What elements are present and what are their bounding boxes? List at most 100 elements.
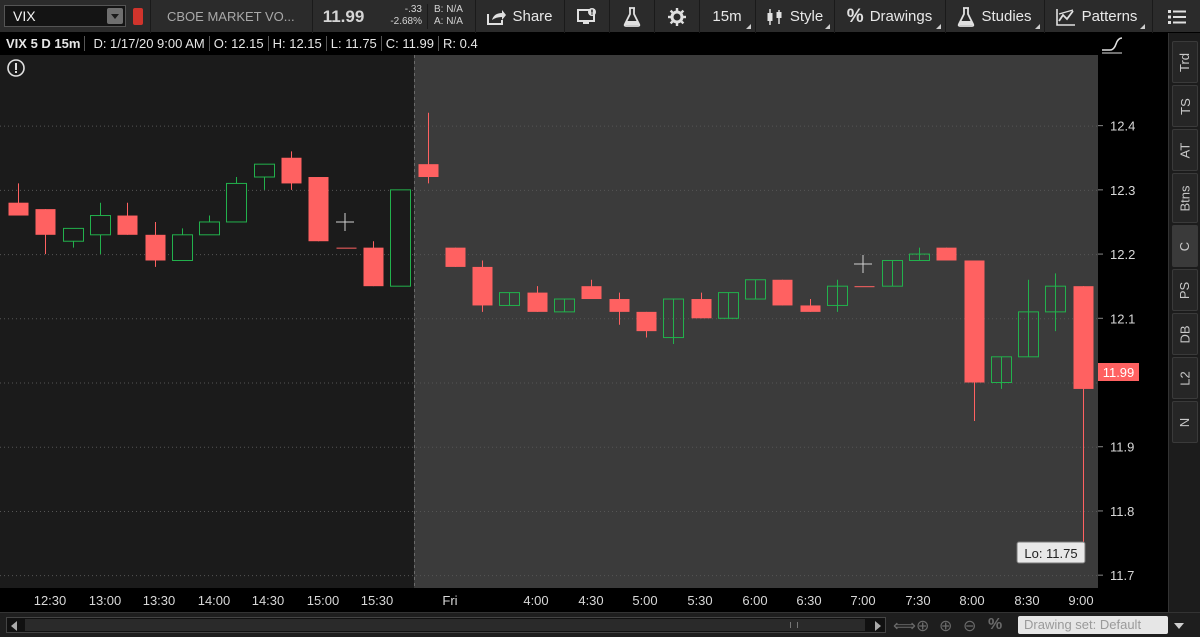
candle-body (445, 247, 466, 267)
candle (499, 292, 520, 306)
settings-button[interactable] (654, 0, 698, 33)
studies-flask-icon (958, 6, 975, 27)
percent-scale-icon[interactable]: % (988, 616, 1002, 634)
tab-dashboard[interactable]: DB (1172, 313, 1198, 355)
tab-l2-label: L2 (1177, 370, 1193, 386)
price-chart[interactable]: Lo: 11.75 (0, 55, 1098, 588)
time-tick-label: 6:30 (796, 593, 821, 608)
right-sidebar: Trd TS AT Btns C PS DB L2 N (1168, 33, 1200, 612)
time-tick-label: 6:00 (742, 593, 767, 608)
zoom-in-icon[interactable]: ⊕ (939, 616, 952, 636)
zoom-out-icon[interactable]: ⊖ (963, 616, 976, 636)
symbol-description: CBOE MARKET VO... (150, 0, 310, 33)
time-tick-label: 4:00 (523, 593, 548, 608)
net-change: -.33 -2.68% (376, 4, 422, 28)
time-axis[interactable]: 12:30 13:00 13:30 14:00 14:30 15:00 15:30 Fri 4:… (0, 588, 1168, 612)
time-tick-label: Fri (442, 593, 457, 608)
candle-body (117, 215, 138, 235)
extended-session-bg (414, 55, 1098, 588)
change-percent: -2.68% (390, 16, 422, 27)
candle (882, 259, 903, 287)
candle-body (90, 215, 111, 236)
tab-c-label: C (1177, 241, 1193, 251)
symbol-text: VIX (13, 8, 36, 24)
studies-button[interactable]: Studies (945, 0, 1043, 33)
scroll-left-icon[interactable] (11, 621, 17, 631)
last-price-marker: 11.99 (1098, 363, 1139, 381)
change-value: -.33 (404, 4, 422, 15)
crosshair-icon[interactable]: ⊕ (916, 616, 929, 636)
tab-buttons[interactable]: Btns (1172, 173, 1198, 223)
candle-body (609, 299, 630, 312)
tab-trade[interactable]: Trd (1172, 41, 1198, 83)
flask-button[interactable] (609, 0, 653, 33)
candle-body (172, 234, 193, 261)
alert-flag-icon[interactable] (133, 8, 143, 25)
time-tick-label: 8:00 (959, 593, 984, 608)
symbol-input[interactable]: VIX (4, 5, 126, 27)
time-tick-label: 9:00 (1068, 593, 1093, 608)
candle-body (991, 356, 1012, 384)
share-label: Share (512, 8, 553, 25)
scroll-thumb[interactable] (25, 619, 865, 631)
menu-button[interactable] (1152, 0, 1200, 33)
candle-body (581, 286, 602, 300)
info-high: H: 12.15 (268, 36, 327, 51)
patterns-button[interactable]: Patterns (1044, 0, 1148, 33)
list-menu-icon (1167, 9, 1186, 24)
thinkorswim-chart-window: VIX CBOE MARKET VO... 11.99 -.33 -2.68% … (0, 0, 1200, 637)
time-tick-label: 5:30 (687, 593, 712, 608)
tab-level-two[interactable]: L2 (1172, 357, 1198, 399)
candle (854, 286, 875, 288)
style-label: Style (789, 8, 824, 25)
candle-body (145, 234, 166, 261)
candle-body (308, 177, 329, 242)
symbol-period[interactable]: VIX 5 D 15m (0, 36, 86, 51)
horizontal-scrollbar[interactable] (6, 617, 886, 633)
info-date: D: 1/17/20 9:00 AM (89, 36, 210, 51)
candle (390, 189, 411, 287)
regular-session-bg (0, 55, 414, 588)
share-button[interactable]: Share (475, 0, 563, 33)
style-button[interactable]: Style (755, 0, 833, 33)
tab-news[interactable]: N (1172, 401, 1198, 443)
candle (745, 279, 766, 300)
candle-body (390, 189, 411, 287)
time-tick-label: 14:30 (252, 593, 285, 608)
drawings-button[interactable]: % Drawings (834, 0, 944, 33)
chart-scale-icon[interactable] (1100, 35, 1124, 55)
price-tick-label: 12.3 (1110, 183, 1135, 198)
candle-body (854, 286, 875, 288)
tab-chart[interactable]: C (1172, 225, 1198, 267)
candle-body (663, 298, 684, 339)
price-tick-label: 11.8 (1110, 504, 1134, 519)
time-tick-label: 13:00 (89, 593, 122, 608)
candle-body (936, 247, 957, 261)
info-low: L: 11.75 (326, 36, 382, 51)
symbol-dropdown-icon[interactable] (107, 8, 123, 24)
chevron-down-icon[interactable] (1172, 617, 1186, 633)
patterns-menu-icon (1140, 24, 1145, 29)
price-axis[interactable]: 12.4 12.3 12.2 12.1 11.9 11.8 11.7 11.99 (1098, 33, 1168, 588)
info-open: O: 12.15 (209, 36, 269, 51)
candle-body (1045, 285, 1066, 313)
candle (472, 260, 493, 312)
tab-position-summary[interactable]: PS (1172, 269, 1198, 311)
candle (445, 247, 466, 267)
drag-hand-icon[interactable]: ⟺ (893, 616, 916, 636)
candle-body (226, 182, 247, 223)
candle-body (336, 247, 357, 249)
drawing-set-select[interactable]: Drawing set: Default (1018, 616, 1168, 634)
tab-active-trader[interactable]: AT (1172, 129, 1198, 171)
last-price-marker-text: 11.99 (1103, 365, 1135, 380)
tab-time-and-sales[interactable]: TS (1172, 85, 1198, 127)
drawings-label: Drawings (869, 8, 933, 25)
alert-button[interactable] (564, 0, 608, 33)
time-tick-label: 13:30 (143, 593, 176, 608)
low-callout-text: Lo: 11.75 (1024, 546, 1077, 561)
scroll-right-icon[interactable] (875, 621, 881, 631)
timeframe-button[interactable]: 15m (699, 0, 754, 33)
candle-body (1018, 311, 1039, 358)
monitor-alert-icon (576, 7, 596, 24)
candle-body (8, 202, 29, 216)
